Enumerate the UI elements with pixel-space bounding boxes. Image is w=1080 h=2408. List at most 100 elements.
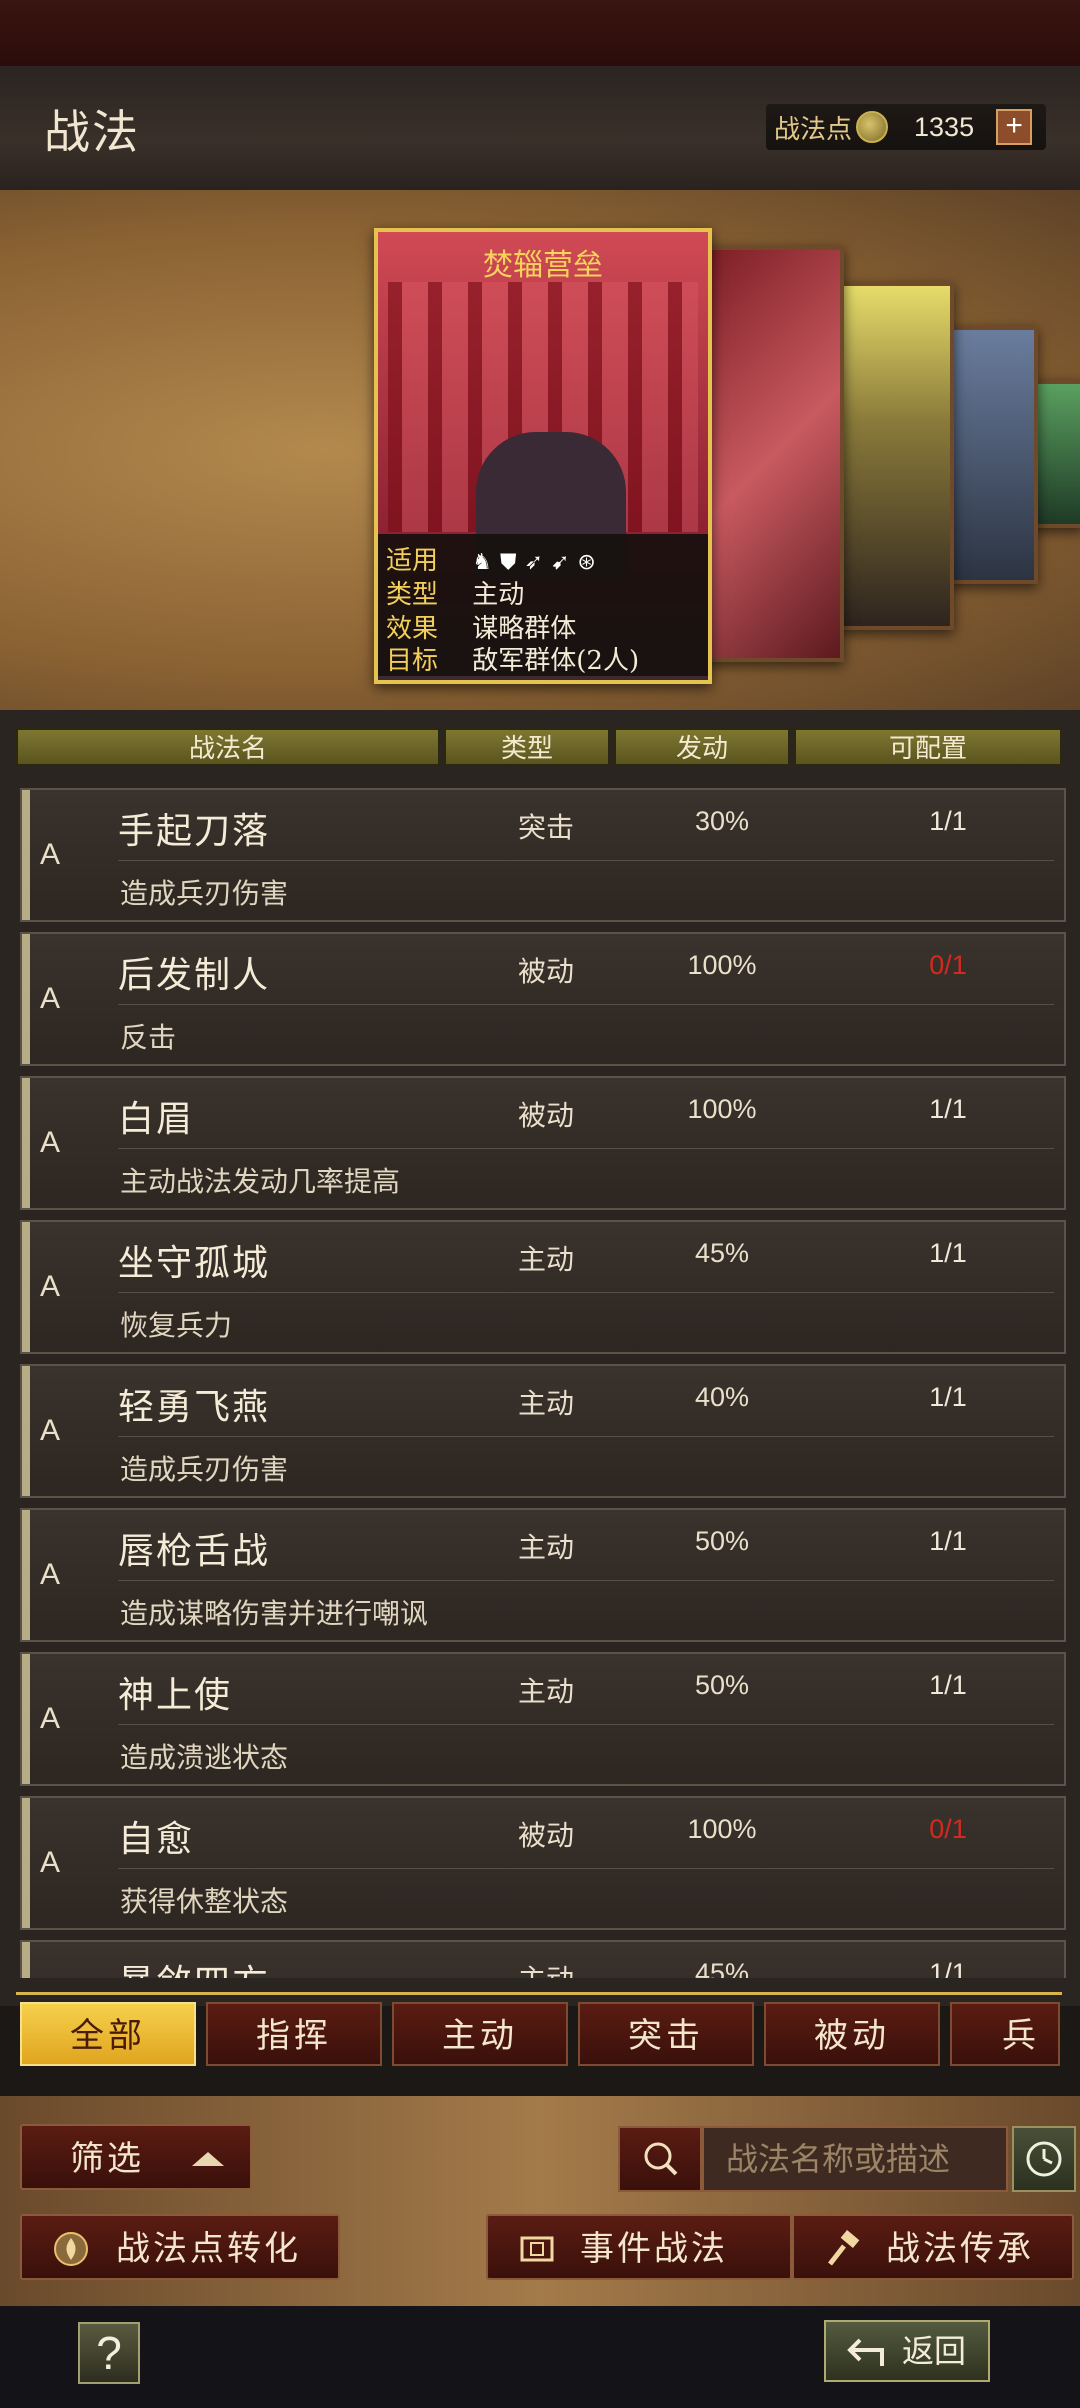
history-button[interactable] bbox=[1012, 2126, 1076, 2192]
help-button[interactable]: ? bbox=[78, 2322, 140, 2384]
tab-all[interactable]: 全部 bbox=[20, 2002, 196, 2066]
flame-coin-icon bbox=[54, 2232, 88, 2266]
event-label: 事件战法 bbox=[580, 2229, 728, 2269]
tactic-trigger-rate: 100% bbox=[687, 1094, 757, 1124]
tactic-card-back-1[interactable] bbox=[706, 246, 844, 662]
tabs-divider bbox=[16, 1992, 1062, 1995]
tactic-description: 造成兵刃伤害 bbox=[120, 1453, 289, 1486]
search-button[interactable] bbox=[618, 2126, 702, 2192]
tactic-trigger-rate: 40% bbox=[694, 1382, 750, 1412]
target-label: 目标 bbox=[386, 646, 439, 676]
row-accent-bar bbox=[22, 1510, 30, 1640]
return-arrow-icon bbox=[847, 2338, 884, 2366]
tactic-row[interactable]: A暴敛四方主动45%1/1 bbox=[20, 1940, 1066, 1978]
search-input[interactable] bbox=[702, 2126, 1008, 2192]
tactic-type: 主动 bbox=[517, 1531, 574, 1564]
row-accent-bar bbox=[22, 1798, 30, 1928]
tactic-row[interactable]: A 后发制人 被动 100% 0/1 反击 bbox=[20, 932, 1066, 1066]
tactic-trigger-rate: 50% bbox=[694, 1526, 750, 1556]
tactic-row[interactable]: A 手起刀落 突击 30% 1/1 造成兵刃伤害 bbox=[20, 788, 1066, 922]
tactic-grade: A bbox=[40, 1846, 61, 1879]
column-header-config[interactable]: 可配置 bbox=[794, 728, 1062, 766]
tactic-grade: A bbox=[40, 982, 61, 1015]
tactic-name: 神上使 bbox=[118, 1675, 233, 1716]
tactic-description: 造成溃逃状态 bbox=[120, 1741, 289, 1774]
clock-icon bbox=[1026, 2141, 1062, 2177]
tactic-row[interactable]: A 自愈 被动 100% 0/1 获得休整状态 bbox=[20, 1796, 1066, 1930]
row-accent-bar bbox=[22, 934, 30, 1064]
card-title: 焚辎营垒 bbox=[483, 248, 603, 283]
tactic-row[interactable]: A 白眉 被动 100% 1/1 主动战法发动几率提高 bbox=[20, 1076, 1066, 1210]
tactic-type: 被动 bbox=[517, 955, 574, 988]
usage-label: 适用 bbox=[386, 546, 439, 576]
row-divider bbox=[118, 1292, 1054, 1293]
back-button[interactable]: 返回 bbox=[824, 2320, 990, 2382]
tactic-card-back-2[interactable] bbox=[836, 282, 954, 630]
tactic-type: 被动 bbox=[517, 1099, 574, 1132]
tactic-type: 主动 bbox=[517, 1675, 574, 1708]
tactic-row[interactable]: A 轻勇飞燕 主动 40% 1/1 造成兵刃伤害 bbox=[20, 1364, 1066, 1498]
tactic-config-count: 1/1 bbox=[929, 1526, 967, 1556]
wheel-icon: ⊛ bbox=[577, 550, 604, 575]
tactic-name: 后发制人 bbox=[118, 955, 271, 996]
column-header-trigger[interactable]: 发动 bbox=[614, 728, 790, 766]
inherit-label: 战法传承 bbox=[886, 2229, 1034, 2269]
column-header-name[interactable]: 战法名 bbox=[16, 728, 440, 766]
cavalry-icon: ♞ bbox=[472, 550, 500, 575]
hammer-icon bbox=[828, 2230, 860, 2266]
tactic-config-count: 1/1 bbox=[929, 1094, 967, 1124]
convert-points-button[interactable]: 战法点转化 bbox=[20, 2214, 340, 2280]
tactic-type: 被动 bbox=[517, 1819, 574, 1852]
tactic-list[interactable]: A 手起刀落 突击 30% 1/1 造成兵刃伤害 A 后发制人 被动 100% 0/1 反击 A 白眉 被动… bbox=[20, 788, 1066, 1978]
tactic-card-back-3[interactable] bbox=[946, 326, 1038, 584]
tactic-type: 突击 bbox=[517, 811, 574, 844]
tactic-trigger-rate: 30% bbox=[694, 806, 750, 836]
card-artwork bbox=[388, 282, 698, 582]
event-tactics-button[interactable]: 事件战法 bbox=[486, 2214, 792, 2280]
page-title: 战法 bbox=[44, 105, 140, 159]
inherit-tactics-button[interactable]: 战法传承 bbox=[792, 2214, 1074, 2280]
tactic-config-count: 1/1 bbox=[929, 1382, 967, 1412]
tactic-name: 手起刀落 bbox=[118, 811, 271, 852]
filter-button[interactable]: 筛选 bbox=[20, 2124, 252, 2190]
tab-assault[interactable]: 突击 bbox=[578, 2002, 754, 2066]
type-value: 主动 bbox=[472, 580, 525, 610]
bow-icon: ➶ bbox=[524, 550, 551, 575]
tactic-type: 主动 bbox=[462, 1958, 630, 1978]
tactic-name: 轻勇飞燕 bbox=[118, 1387, 271, 1428]
tactic-config-count: 0/1 bbox=[929, 950, 967, 980]
search-icon bbox=[644, 2142, 678, 2176]
tactic-row[interactable]: A 唇枪舌战 主动 50% 1/1 造成谋略伤害并进行嘲讽 bbox=[20, 1508, 1066, 1642]
row-divider bbox=[118, 1148, 1054, 1149]
tactic-name: 唇枪舌战 bbox=[118, 1531, 271, 1572]
tactic-description: 反击 bbox=[120, 1021, 177, 1054]
row-divider bbox=[118, 1868, 1054, 1869]
tactic-description: 恢复兵力 bbox=[120, 1309, 233, 1342]
tactic-config-count: 1/1 bbox=[929, 806, 967, 836]
tactic-row[interactable]: A 神上使 主动 50% 1/1 造成溃逃状态 bbox=[20, 1652, 1066, 1786]
add-points-button[interactable]: + bbox=[996, 109, 1033, 145]
tactic-description: 造成谋略伤害并进行嘲讽 bbox=[120, 1597, 429, 1630]
tactic-name: 坐守孤城 bbox=[118, 1243, 271, 1284]
tactic-description: 造成兵刃伤害 bbox=[120, 877, 289, 910]
tab-active[interactable]: 主动 bbox=[392, 2002, 568, 2066]
tactic-name: 自愈 bbox=[118, 1819, 195, 1860]
tab-troop-type[interactable]: 兵种 bbox=[950, 2002, 1060, 2066]
tactic-point-coin-icon bbox=[856, 111, 889, 143]
row-accent-bar bbox=[22, 1222, 30, 1352]
tab-passive[interactable]: 被动 bbox=[764, 2002, 940, 2066]
row-divider bbox=[118, 1004, 1054, 1005]
shield-icon: ⛊ bbox=[500, 550, 525, 575]
tactic-config-count: 1/1 bbox=[929, 1238, 967, 1268]
row-divider bbox=[118, 1436, 1054, 1437]
tactic-name: 白眉 bbox=[118, 1099, 195, 1140]
points-label: 战法点 bbox=[774, 114, 853, 145]
row-accent-bar bbox=[22, 1654, 30, 1784]
card-info-panel: 适用 ♞⛊➶➹⊛ 类型 主动 效果 谋略群体 目标 敌军群体(2人) bbox=[378, 534, 708, 676]
column-header-type[interactable]: 类型 bbox=[444, 728, 610, 766]
tactic-description: 获得休整状态 bbox=[120, 1885, 289, 1918]
featured-tactic-card[interactable]: 焚辎营垒 适用 ♞⛊➶➹⊛ 类型 主动 效果 谋略群体 目标 敌军群体(2人) bbox=[374, 228, 712, 684]
tactic-row[interactable]: A 坐守孤城 主动 45% 1/1 恢复兵力 bbox=[20, 1220, 1066, 1354]
tactic-trigger-rate: 100% bbox=[687, 950, 757, 980]
tab-command[interactable]: 指挥 bbox=[206, 2002, 382, 2066]
